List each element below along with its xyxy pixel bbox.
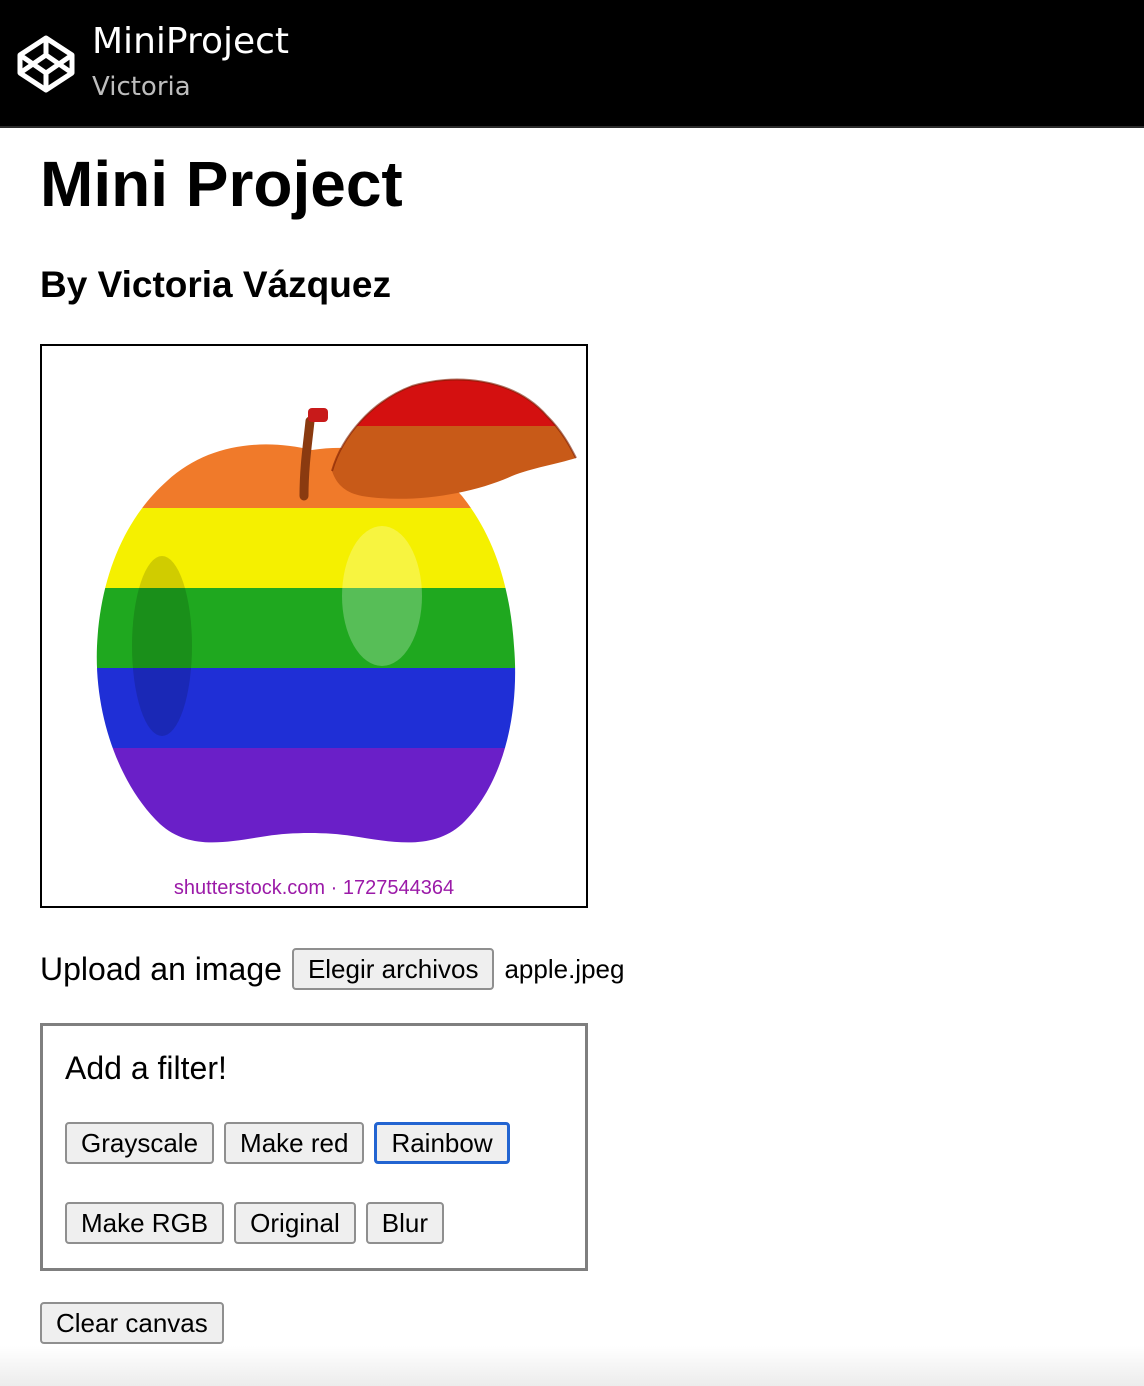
filter-panel-title: Add a filter! — [65, 1050, 227, 1086]
filter-row-1: Grayscale Make red Rainbow — [65, 1122, 510, 1164]
blur-button[interactable]: Blur — [365, 1202, 444, 1244]
top-bar: MiniProject Victoria — [0, 0, 1144, 128]
grayscale-button[interactable]: Grayscale — [65, 1122, 215, 1164]
selected-file-name: apple.jpeg — [504, 953, 625, 984]
author-name[interactable]: Victoria — [92, 70, 191, 104]
project-title[interactable]: MiniProject — [92, 20, 289, 64]
codepen-cube-icon[interactable] — [14, 32, 78, 96]
watermark-text: shutterstock.com · 1727544364 — [173, 877, 455, 899]
upload-row: Upload an image Elegir archivos apple.jp… — [40, 946, 624, 992]
make-rgb-button[interactable]: Make RGB — [65, 1202, 225, 1244]
image-canvas[interactable]: shutterstock.com · 1727544364 — [40, 344, 588, 908]
page-bottom-shadow — [0, 1346, 1144, 1386]
make-red-button[interactable]: Make red — [224, 1122, 365, 1164]
choose-file-button[interactable]: Elegir archivos — [291, 948, 495, 990]
rainbow-button[interactable]: Rainbow — [374, 1122, 510, 1164]
clear-canvas-button[interactable]: Clear canvas — [40, 1302, 224, 1344]
filter-row-2: Make RGB Original Blur — [65, 1202, 444, 1244]
page-title: Mini Project — [40, 148, 403, 220]
filter-panel: Add a filter! Grayscale Make red Rainbow… — [40, 1023, 588, 1271]
upload-label: Upload an image — [40, 950, 282, 987]
byline: By Victoria Vázquez — [40, 264, 391, 305]
rainbow-apple-image — [96, 378, 577, 843]
original-button[interactable]: Original — [234, 1202, 356, 1244]
